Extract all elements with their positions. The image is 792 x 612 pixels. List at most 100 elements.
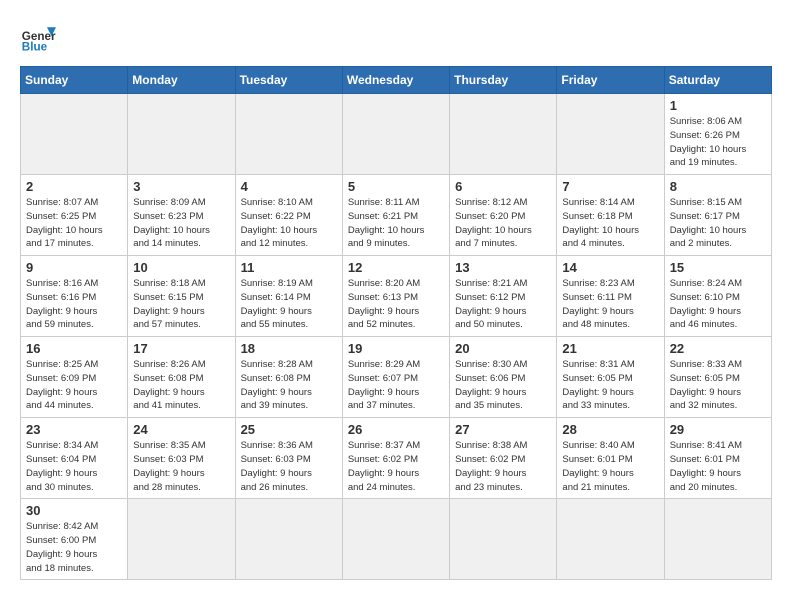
day-number: 1 <box>670 98 766 113</box>
calendar-cell: 21Sunrise: 8:31 AM Sunset: 6:05 PM Dayli… <box>557 337 664 418</box>
day-info: Sunrise: 8:23 AM Sunset: 6:11 PM Dayligh… <box>562 277 658 332</box>
calendar-cell: 22 Sunrise: 8:33 AM Sunset: 6:05 PM Dayli… <box>664 337 771 418</box>
calendar-cell: 14 Sunrise: 8:23 AM Sunset: 6:11 PM Dayli… <box>557 256 664 337</box>
day-number: 2 <box>26 179 122 194</box>
day-number: 25 <box>241 422 337 437</box>
calendar-table: SundayMondayTuesdayWednesdayThursdayFrid… <box>20 66 772 580</box>
day-info: Sunrise: 8:14 AM Sunset: 6:18 PM Dayligh… <box>562 196 658 251</box>
day-number: 10 <box>133 260 229 275</box>
calendar-week-row: 16 Sunrise: 8:25 AM Sunset: 6:09 PM Dayli… <box>21 337 772 418</box>
day-info: Sunrise: 8:35 AM Sunset: 6:03 PM Dayligh… <box>133 439 229 494</box>
day-number: 20 <box>455 341 551 356</box>
calendar-week-row: 1 Sunrise: 8:06 AM Sunset: 6:26 PM Daylig… <box>21 94 772 175</box>
calendar-cell: 25 Sunrise: 8:36 AM Sunset: 6:03 PM Dayli… <box>235 418 342 499</box>
day-info: Sunrise: 8:10 AM Sunset: 6:22 PM Dayligh… <box>241 196 337 251</box>
weekday-header-saturday: Saturday <box>664 67 771 94</box>
day-info: Sunrise: 8:21 AM Sunset: 6:12 PM Dayligh… <box>455 277 551 332</box>
day-info: Sunrise: 8:26 AM Sunset: 6:08 PM Dayligh… <box>133 358 229 413</box>
day-info: Sunrise: 8:33 AM Sunset: 6:05 PM Dayligh… <box>670 358 766 413</box>
calendar-cell <box>342 499 449 580</box>
calendar-cell: 13 Sunrise: 8:21 AM Sunset: 6:12 PM Dayli… <box>450 256 557 337</box>
day-number: 6 <box>455 179 551 194</box>
calendar-cell: 6 Sunrise: 8:12 AM Sunset: 6:20 PM Daylig… <box>450 175 557 256</box>
day-number: 29 <box>670 422 766 437</box>
day-number: 8 <box>670 179 766 194</box>
day-info: Sunrise: 8:09 AM Sunset: 6:23 PM Dayligh… <box>133 196 229 251</box>
day-number: 14 <box>562 260 658 275</box>
calendar-cell: 3 Sunrise: 8:09 AM Sunset: 6:23 PM Daylig… <box>128 175 235 256</box>
day-info: Sunrise: 8:25 AM Sunset: 6:09 PM Dayligh… <box>26 358 122 413</box>
day-number: 22 <box>670 341 766 356</box>
calendar-cell: 29 Sunrise: 8:41 AM Sunset: 6:01 PM Dayli… <box>664 418 771 499</box>
day-info: Sunrise: 8:20 AM Sunset: 6:13 PM Dayligh… <box>348 277 444 332</box>
day-number: 28 <box>562 422 658 437</box>
calendar-cell: 17 Sunrise: 8:26 AM Sunset: 6:08 PM Dayli… <box>128 337 235 418</box>
day-number: 24 <box>133 422 229 437</box>
calendar-week-row: 9 Sunrise: 8:16 AM Sunset: 6:16 PM Daylig… <box>21 256 772 337</box>
day-number: 30 <box>26 503 122 518</box>
calendar-week-row: 23 Sunrise: 8:34 AM Sunset: 6:04 PM Dayli… <box>21 418 772 499</box>
day-number: 9 <box>26 260 122 275</box>
day-info: Sunrise: 8:29 AM Sunset: 6:07 PM Dayligh… <box>348 358 444 413</box>
day-number: 19 <box>348 341 444 356</box>
day-number: 5 <box>348 179 444 194</box>
calendar-cell: 2Sunrise: 8:07 AM Sunset: 6:25 PM Daylig… <box>21 175 128 256</box>
day-info: Sunrise: 8:15 AM Sunset: 6:17 PM Dayligh… <box>670 196 766 251</box>
calendar-cell: 30Sunrise: 8:42 AM Sunset: 6:00 PM Dayli… <box>21 499 128 580</box>
weekday-header-tuesday: Tuesday <box>235 67 342 94</box>
calendar-cell: 9 Sunrise: 8:16 AM Sunset: 6:16 PM Daylig… <box>21 256 128 337</box>
day-info: Sunrise: 8:34 AM Sunset: 6:04 PM Dayligh… <box>26 439 122 494</box>
calendar-cell: 27 Sunrise: 8:38 AM Sunset: 6:02 PM Dayli… <box>450 418 557 499</box>
day-number: 13 <box>455 260 551 275</box>
calendar-cell <box>128 499 235 580</box>
logo: General Blue <box>20 20 56 56</box>
day-number: 23 <box>26 422 122 437</box>
day-number: 12 <box>348 260 444 275</box>
day-info: Sunrise: 8:06 AM Sunset: 6:26 PM Dayligh… <box>670 115 766 170</box>
day-info: Sunrise: 8:18 AM Sunset: 6:15 PM Dayligh… <box>133 277 229 332</box>
weekday-header-monday: Monday <box>128 67 235 94</box>
calendar-cell: 1 Sunrise: 8:06 AM Sunset: 6:26 PM Daylig… <box>664 94 771 175</box>
day-info: Sunrise: 8:38 AM Sunset: 6:02 PM Dayligh… <box>455 439 551 494</box>
calendar-cell <box>450 94 557 175</box>
calendar-week-row: 30Sunrise: 8:42 AM Sunset: 6:00 PM Dayli… <box>21 499 772 580</box>
calendar-cell: 19 Sunrise: 8:29 AM Sunset: 6:07 PM Dayli… <box>342 337 449 418</box>
day-number: 3 <box>133 179 229 194</box>
calendar-cell: 8 Sunrise: 8:15 AM Sunset: 6:17 PM Daylig… <box>664 175 771 256</box>
calendar-header-row: SundayMondayTuesdayWednesdayThursdayFrid… <box>21 67 772 94</box>
calendar-cell: 28 Sunrise: 8:40 AM Sunset: 6:01 PM Dayli… <box>557 418 664 499</box>
day-info: Sunrise: 8:30 AM Sunset: 6:06 PM Dayligh… <box>455 358 551 413</box>
day-info: Sunrise: 8:16 AM Sunset: 6:16 PM Dayligh… <box>26 277 122 332</box>
page-header: General Blue <box>20 20 772 56</box>
day-number: 27 <box>455 422 551 437</box>
day-info: Sunrise: 8:24 AM Sunset: 6:10 PM Dayligh… <box>670 277 766 332</box>
calendar-cell: 26Sunrise: 8:37 AM Sunset: 6:02 PM Dayli… <box>342 418 449 499</box>
weekday-header-wednesday: Wednesday <box>342 67 449 94</box>
calendar-cell: 5 Sunrise: 8:11 AM Sunset: 6:21 PM Daylig… <box>342 175 449 256</box>
day-info: Sunrise: 8:40 AM Sunset: 6:01 PM Dayligh… <box>562 439 658 494</box>
calendar-cell <box>342 94 449 175</box>
calendar-cell <box>235 94 342 175</box>
calendar-cell: 23 Sunrise: 8:34 AM Sunset: 6:04 PM Dayli… <box>21 418 128 499</box>
calendar-cell: 11Sunrise: 8:19 AM Sunset: 6:14 PM Dayli… <box>235 256 342 337</box>
calendar-cell: 7 Sunrise: 8:14 AM Sunset: 6:18 PM Daylig… <box>557 175 664 256</box>
calendar-cell <box>664 499 771 580</box>
day-number: 16 <box>26 341 122 356</box>
calendar-cell <box>557 499 664 580</box>
weekday-header-sunday: Sunday <box>21 67 128 94</box>
day-info: Sunrise: 8:12 AM Sunset: 6:20 PM Dayligh… <box>455 196 551 251</box>
day-number: 17 <box>133 341 229 356</box>
day-info: Sunrise: 8:36 AM Sunset: 6:03 PM Dayligh… <box>241 439 337 494</box>
day-number: 26 <box>348 422 444 437</box>
calendar-cell <box>450 499 557 580</box>
day-info: Sunrise: 8:41 AM Sunset: 6:01 PM Dayligh… <box>670 439 766 494</box>
weekday-header-thursday: Thursday <box>450 67 557 94</box>
day-number: 7 <box>562 179 658 194</box>
calendar-cell: 16 Sunrise: 8:25 AM Sunset: 6:09 PM Dayli… <box>21 337 128 418</box>
calendar-cell: 10 Sunrise: 8:18 AM Sunset: 6:15 PM Dayli… <box>128 256 235 337</box>
day-info: Sunrise: 8:11 AM Sunset: 6:21 PM Dayligh… <box>348 196 444 251</box>
day-number: 4 <box>241 179 337 194</box>
calendar-week-row: 2Sunrise: 8:07 AM Sunset: 6:25 PM Daylig… <box>21 175 772 256</box>
svg-text:Blue: Blue <box>22 41 48 54</box>
day-info: Sunrise: 8:19 AM Sunset: 6:14 PM Dayligh… <box>241 277 337 332</box>
